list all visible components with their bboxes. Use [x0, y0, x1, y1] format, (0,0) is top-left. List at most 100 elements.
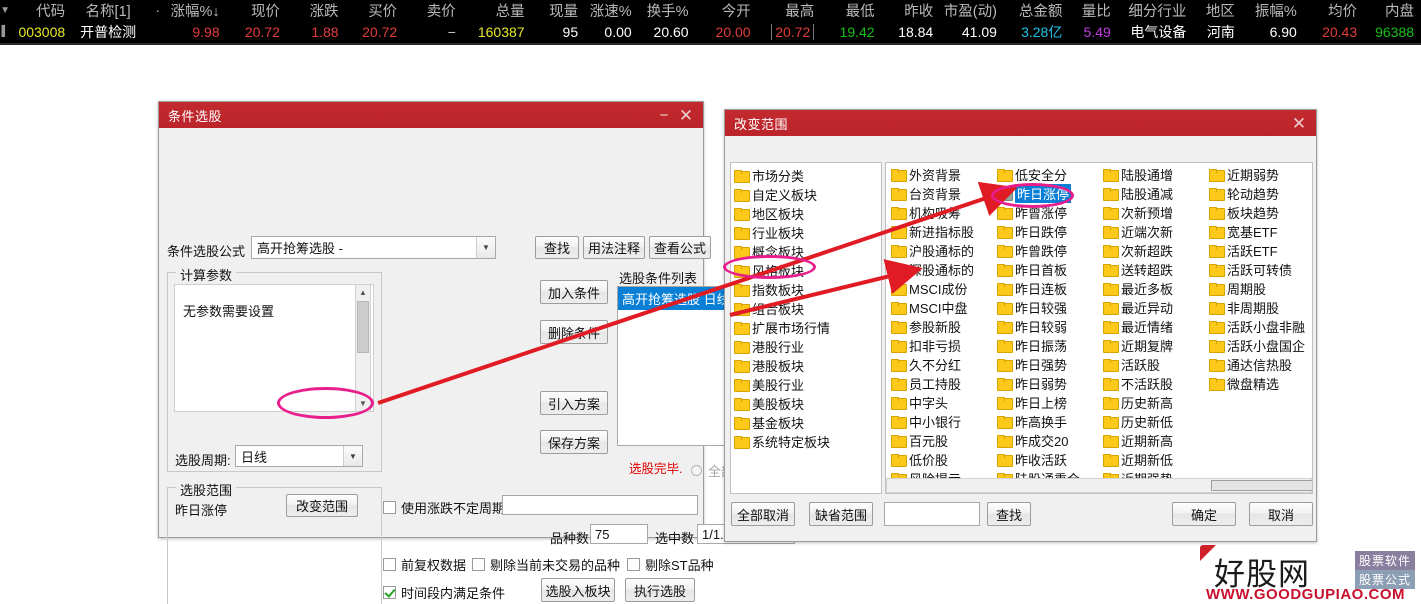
- range-grid-item[interactable]: 陆股通减: [1100, 184, 1206, 203]
- range-grid-item[interactable]: 员工持股: [888, 374, 994, 393]
- exclude-st-checkbox[interactable]: 剔除ST品种: [627, 555, 714, 574]
- quote-cell-12[interactable]: 20.00: [696, 24, 758, 40]
- close-icon[interactable]: ✕: [675, 104, 697, 126]
- range-grid-item[interactable]: 轮动趋势: [1206, 184, 1312, 203]
- range-grid-item[interactable]: 机构吸筹: [888, 203, 994, 222]
- range-grid-item[interactable]: 送转超跌: [1100, 260, 1206, 279]
- quote-cell-14[interactable]: 19.42: [821, 24, 881, 40]
- add-condition-button[interactable]: 加入条件: [540, 280, 608, 304]
- range-grid-item[interactable]: 活跃小盘国企: [1206, 336, 1312, 355]
- range-grid-item[interactable]: 通达信热股: [1206, 355, 1312, 374]
- range-grid-item[interactable]: 昨成交20: [994, 431, 1100, 450]
- range-grid-item[interactable]: 低价股: [888, 450, 994, 469]
- adjusted-data-checkbox[interactable]: 前复权数据: [383, 555, 466, 574]
- range-grid-panel[interactable]: 外资背景 台资背景 机构吸筹 新进指标股 沪股通标的 深股通标的 MSCI成份 MSCI中盘参…: [885, 162, 1313, 494]
- calc-params-listbox[interactable]: 无参数需要设置: [174, 284, 374, 412]
- quote-column-header[interactable]: 市盈(动): [940, 0, 1004, 21]
- range-grid-item[interactable]: 深股通标的: [888, 260, 994, 279]
- pick-to-block-button[interactable]: 选股入板块: [541, 578, 615, 602]
- run-pick-button[interactable]: 执行选股: [625, 578, 695, 602]
- quote-column-header[interactable]: 昨收: [882, 0, 941, 21]
- range-grid-item[interactable]: 近期新高: [1100, 431, 1206, 450]
- range-grid-item[interactable]: 次新预增: [1100, 203, 1206, 222]
- quote-cell-17[interactable]: 3.28亿: [1004, 22, 1069, 42]
- quote-cell-23[interactable]: 96388: [1364, 24, 1421, 40]
- quote-column-header[interactable]: 现量: [532, 0, 586, 21]
- range-grid-item[interactable]: 昨日跌停: [994, 222, 1100, 241]
- stock-picker-titlebar[interactable]: 条件选股 − ✕: [159, 102, 703, 128]
- range-tree-item[interactable]: 美股行业: [731, 375, 881, 394]
- quote-cell-6[interactable]: 20.72: [346, 24, 405, 40]
- scroll-down-icon[interactable]: ▼: [356, 396, 370, 411]
- range-tree-item[interactable]: 组合板块: [731, 299, 881, 318]
- search-input[interactable]: [884, 502, 980, 526]
- range-grid-item[interactable]: 昨日连板: [994, 279, 1100, 298]
- range-tree-item[interactable]: 系统特定板块: [731, 432, 881, 451]
- quote-column-header[interactable]: 换手%: [639, 0, 696, 21]
- range-grid-item[interactable]: 活跃小盘非融: [1206, 317, 1312, 336]
- range-tree-item[interactable]: 扩展市场行情: [731, 318, 881, 337]
- quote-column-header[interactable]: 卖价: [404, 0, 463, 21]
- quote-cell-19[interactable]: 电气设备: [1118, 22, 1194, 42]
- range-grid-item[interactable]: 中字头: [888, 393, 994, 412]
- range-tree-item[interactable]: 港股行业: [731, 337, 881, 356]
- range-grid-item[interactable]: 最近情绪: [1100, 317, 1206, 336]
- range-tree-item[interactable]: 港股板块: [731, 356, 881, 375]
- calc-params-scrollbar[interactable]: ▲ ▼: [355, 284, 371, 412]
- range-tree-item[interactable]: 行业板块: [731, 223, 881, 242]
- quote-cell-1[interactable]: 开普检测: [72, 22, 151, 42]
- quote-column-header[interactable]: 现价: [227, 0, 287, 21]
- range-grid-item[interactable]: 昨曾跌停: [994, 241, 1100, 260]
- cancel-button[interactable]: 取消: [1249, 502, 1313, 526]
- change-range-button[interactable]: 改变范围: [286, 494, 358, 517]
- range-grid-item[interactable]: 中小银行: [888, 412, 994, 431]
- range-tree-item[interactable]: 美股板块: [731, 394, 881, 413]
- quote-column-header[interactable]: 最低: [821, 0, 881, 21]
- within-period-checkbox[interactable]: 时间段内满足条件: [383, 583, 505, 602]
- range-grid-item[interactable]: 昨高换手: [994, 412, 1100, 431]
- quote-column-header[interactable]: 代码: [10, 0, 72, 21]
- minimize-icon[interactable]: −: [653, 104, 675, 126]
- quote-column-header[interactable]: 最高: [758, 0, 822, 21]
- quote-cell-13[interactable]: 20.72: [758, 23, 822, 40]
- range-grid-item[interactable]: 周期股: [1206, 279, 1312, 298]
- cycle-combobox[interactable]: 日线 ▼: [235, 445, 363, 467]
- range-grid-item[interactable]: 昨日首板: [994, 260, 1100, 279]
- quote-column-header[interactable]: ·: [151, 3, 165, 19]
- scrollbar-thumb[interactable]: [357, 301, 369, 353]
- range-tree-item[interactable]: 基金板块: [731, 413, 881, 432]
- quote-cell-22[interactable]: 20.43: [1304, 24, 1364, 40]
- cancel-all-button[interactable]: 全部取消: [731, 502, 795, 526]
- quote-column-header[interactable]: 名称[1]: [72, 0, 151, 21]
- range-grid-item[interactable]: 昨曾涨停: [994, 203, 1100, 222]
- range-grid-item[interactable]: 台资背景: [888, 184, 994, 203]
- range-grid-item[interactable]: 近期弱势: [1206, 165, 1312, 184]
- quote-column-header[interactable]: 振幅%: [1242, 0, 1304, 21]
- range-grid-item[interactable]: 昨收活跃: [994, 450, 1100, 469]
- quote-cell-9[interactable]: 95: [532, 24, 586, 40]
- quote-column-header[interactable]: 总量: [463, 0, 532, 21]
- range-grid-item[interactable]: 近期复牌: [1100, 336, 1206, 355]
- view-formula-button[interactable]: 查看公式: [649, 236, 711, 259]
- range-grid-hscrollbar[interactable]: [886, 478, 1312, 493]
- usage-notes-button[interactable]: 用法注释: [583, 236, 645, 259]
- range-grid-item[interactable]: 活跃股: [1100, 355, 1206, 374]
- ok-button[interactable]: 确定: [1172, 502, 1236, 526]
- quote-cell-4[interactable]: 20.72: [227, 24, 287, 40]
- range-grid-item[interactable]: 久不分红: [888, 355, 994, 374]
- range-tree-listbox[interactable]: 市场分类 自定义板块 地区板块 行业板块 概念板块 风格板块 指数板块 组合板块 扩展市场行情港…: [730, 162, 882, 494]
- quote-column-header[interactable]: 均价: [1304, 0, 1364, 21]
- quote-cell-18[interactable]: 5.49: [1069, 24, 1117, 40]
- use-uncertain-cycle-checkbox[interactable]: 使用涨跌不定周期: [383, 498, 505, 517]
- quote-cell-8[interactable]: 160387: [463, 24, 532, 40]
- range-grid-item[interactable]: 昨日强势: [994, 355, 1100, 374]
- range-grid-item[interactable]: 昨日振荡: [994, 336, 1100, 355]
- range-tree-item[interactable]: 市场分类: [731, 166, 881, 185]
- exclude-untraded-checkbox[interactable]: 剔除当前未交易的品种: [472, 555, 620, 574]
- range-grid-item[interactable]: 低安全分: [994, 165, 1100, 184]
- range-tree-item[interactable]: 地区板块: [731, 204, 881, 223]
- range-grid-item[interactable]: 参股新股: [888, 317, 994, 336]
- quote-cell-20[interactable]: 河南: [1193, 22, 1241, 42]
- range-grid-item[interactable]: 最近异动: [1100, 298, 1206, 317]
- quote-column-header[interactable]: 涨速%: [585, 0, 639, 21]
